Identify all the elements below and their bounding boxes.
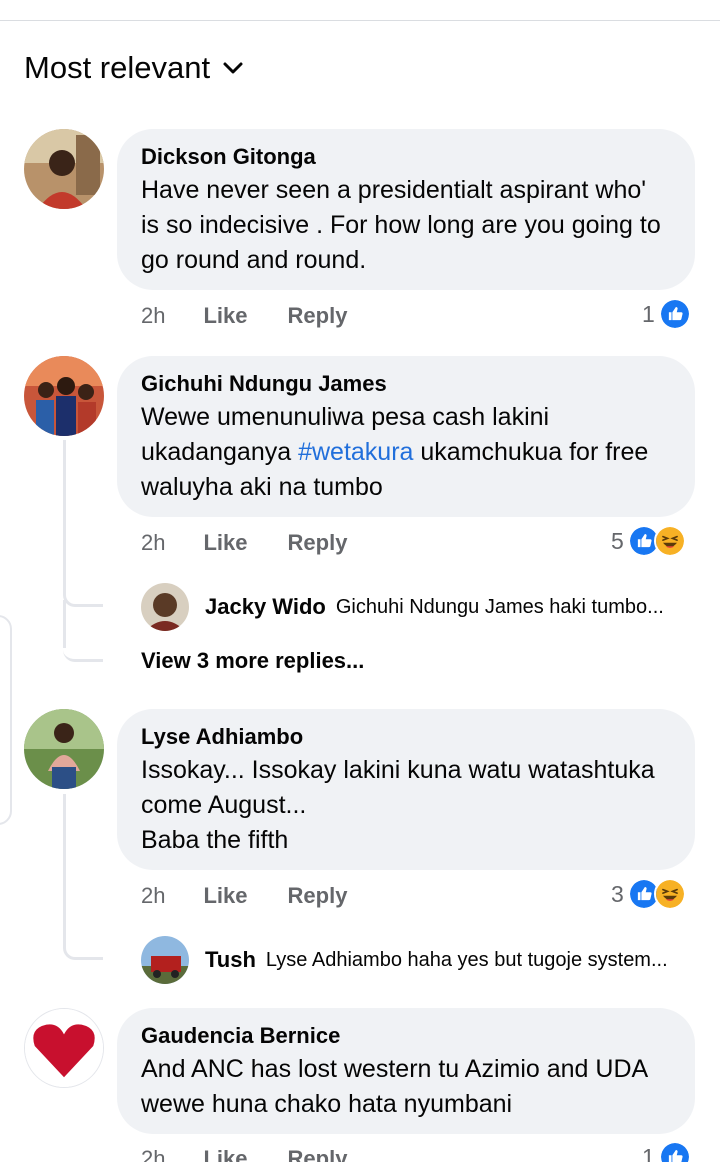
reply-button[interactable]: Reply [288, 883, 348, 909]
comment-text: Wewe umenunuliwa pesa cash lakini ukadan… [141, 400, 671, 505]
comment-bubble: Gichuhi Ndungu James Wewe umenunuliwa pe… [117, 356, 695, 517]
view-more-replies-button[interactable]: View 3 more replies... [141, 648, 364, 674]
avatar[interactable] [24, 356, 104, 436]
like-button[interactable]: Like [203, 303, 247, 329]
reply-preview[interactable]: Tush Lyse Adhiambo haha yes but tugoje s… [141, 936, 668, 984]
comment-time[interactable]: 2h [141, 883, 165, 909]
reaction-count: 5 [611, 527, 624, 554]
comment-time[interactable]: 2h [141, 303, 165, 329]
like-button[interactable]: Like [203, 530, 247, 556]
avatar[interactable] [24, 129, 104, 209]
reply-avatar[interactable] [141, 583, 189, 631]
hashtag-link[interactable]: #wetakura [298, 438, 413, 466]
comment-actions: 2h Like Reply [141, 303, 347, 329]
reply-text: Gichuhi Ndungu James haki tumbo... [335, 595, 664, 618]
reply-preview[interactable]: Jacky Wido Gichuhi Ndungu James haki tum… [141, 583, 664, 631]
comment-bubble: Lyse Adhiambo Issokay... Issokay lakini … [117, 709, 695, 870]
haha-reaction-icon [653, 878, 686, 910]
like-reaction-icon [658, 298, 691, 330]
reaction-summary[interactable]: 3 [611, 878, 686, 910]
reply-text: Lyse Adhiambo haha yes but tugoje system… [265, 948, 668, 971]
sort-label: Most relevant [24, 50, 211, 85]
haha-reaction-icon [653, 525, 686, 557]
comment-author[interactable]: Gichuhi Ndungu James [141, 370, 671, 398]
comment-time[interactable]: 2h [141, 1146, 165, 1162]
thread-connector [63, 600, 103, 662]
like-button[interactable]: Like [203, 883, 247, 909]
comment-actions: 2h Like Reply [141, 883, 347, 909]
reply-avatar[interactable] [141, 936, 189, 984]
comment-time[interactable]: 2h [141, 530, 165, 556]
reaction-summary[interactable]: 1 [642, 1141, 691, 1162]
avatar[interactable] [24, 709, 104, 789]
comment-author[interactable]: Gaudencia Bernice [141, 1022, 671, 1050]
reaction-summary[interactable]: 5 [611, 525, 686, 557]
comment-actions: 2h Like Reply [141, 530, 347, 556]
chevron-down-icon [223, 62, 243, 74]
reaction-count: 3 [611, 880, 624, 907]
top-divider [0, 20, 720, 21]
reply-author[interactable]: Jacky Wido [205, 594, 326, 620]
reply-button[interactable]: Reply [288, 530, 348, 556]
comment-bubble: Gaudencia Bernice And ANC has lost weste… [117, 1008, 695, 1134]
comment-actions: 2h Like Reply [141, 1146, 347, 1162]
reaction-count: 1 [642, 1143, 655, 1162]
thread-line [63, 440, 66, 560]
comment-text: And ANC has lost western tu Azimio and U… [141, 1055, 647, 1118]
comment-text: Issokay... Issokay lakini kuna watu wata… [141, 756, 655, 854]
thread-connector [63, 794, 103, 960]
side-panel-tab[interactable] [0, 615, 12, 825]
sort-selector[interactable]: Most relevant [24, 50, 244, 86]
comment-author[interactable]: Dickson Gitonga [141, 143, 671, 171]
comment-author[interactable]: Lyse Adhiambo [141, 723, 671, 751]
comment-text: Have never seen a presidentialt aspirant… [141, 176, 661, 274]
reaction-summary[interactable]: 1 [642, 298, 691, 330]
reply-author[interactable]: Tush [205, 947, 256, 973]
comment-bubble: Dickson Gitonga Have never seen a presid… [117, 129, 695, 290]
reply-button[interactable]: Reply [288, 1146, 348, 1162]
like-button[interactable]: Like [203, 1146, 247, 1162]
reply-button[interactable]: Reply [288, 303, 348, 329]
thread-line [63, 600, 66, 648]
avatar[interactable] [24, 1008, 104, 1088]
reaction-count: 1 [642, 300, 655, 327]
like-reaction-icon [658, 1141, 691, 1162]
heart-avatar-image [25, 1009, 103, 1087]
